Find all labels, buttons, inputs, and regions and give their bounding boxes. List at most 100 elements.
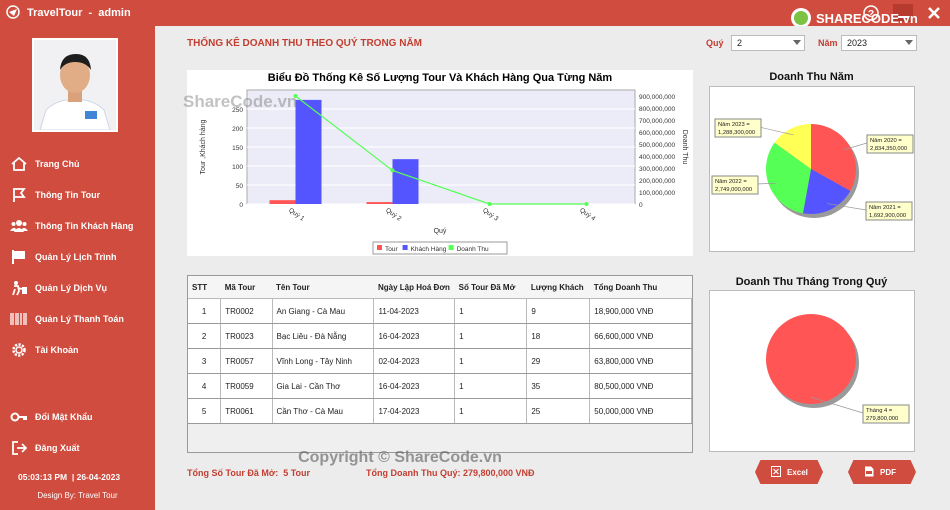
table-cell: 11-04-2023 — [373, 298, 456, 324]
revenue-summary: Tổng Doanh Thu Quý: 279,800,000 VNĐ — [366, 468, 535, 478]
table-cell: 1 — [188, 298, 222, 324]
slice-label: Năm 2021 = — [869, 205, 901, 211]
chevron-down-icon — [905, 40, 913, 45]
table-cell: 25 — [526, 398, 591, 424]
table-cell: 9 — [526, 298, 591, 324]
legend-swatch — [402, 245, 408, 250]
y-tick-label: 50 — [236, 183, 244, 190]
year-label: Năm — [818, 38, 838, 48]
invoice-table-panel: STT Mã Tour Tên Tour Ngày Lập Hoá Đơn Số Tou… — [187, 275, 693, 453]
y-tick-label: 200 — [232, 126, 243, 133]
nav-label: Trang Chủ — [35, 159, 80, 169]
column-header[interactable]: STT — [188, 276, 221, 299]
column-header[interactable]: Mã Tour — [220, 276, 273, 299]
x-tick-label: Quý 4 — [578, 207, 597, 223]
flag-icon — [13, 188, 26, 202]
tour-count-summary: Tổng Số Tour Đã Mở: 5 Tour — [187, 468, 311, 478]
nav-label: Thông Tin Khách Hàng — [35, 221, 134, 231]
table-cell: 02-04-2023 — [373, 348, 456, 374]
table-cell: Gia Lai - Cần Thơ — [272, 373, 375, 399]
invoice-table: STT Mã Tour Tên Tour Ngày Lập Hoá Đơn Số Tou… — [188, 276, 692, 424]
users-icon — [10, 220, 28, 232]
slice-label: Tháng 4 = — [866, 408, 893, 414]
table-cell: 3 — [188, 348, 222, 374]
nav-dang-xuat[interactable]: Đăng Xuất — [10, 440, 150, 458]
table-cell: TR0061 — [220, 398, 273, 424]
nav-label: Thông Tin Tour — [35, 190, 101, 200]
nav-doi-mat-khau[interactable]: Đổi Mật Khẩu — [10, 409, 150, 427]
nav-trang-chu[interactable]: Trang Chủ — [10, 156, 150, 174]
nav-thong-tin-khach-hang[interactable]: Thông Tin Khách Hàng — [10, 218, 150, 236]
home-icon — [11, 156, 27, 171]
export-pdf-button[interactable]: PDF — [848, 460, 916, 484]
year-revenue-pie: Năm 2020 = 2,834,350,000 Năm 2021 = 1,692,9… — [711, 118, 914, 221]
table-cell: 80,500,000 VNĐ — [589, 373, 692, 399]
legend-swatch — [377, 245, 382, 250]
nav-label: Quản Lý Lịch Trình — [35, 252, 117, 262]
nav-label: Đổi Mật Khẩu — [35, 412, 93, 422]
table-cell: 63,800,000 VNĐ — [589, 348, 692, 374]
table-header-row: STT Mã Tour Tên Tour Ngày Lập Hoá Đơn Số Tou… — [188, 276, 692, 299]
x-axis-label: Quý — [434, 228, 447, 235]
table-cell: Cần Thơ - Cà Mau — [272, 398, 375, 424]
column-header[interactable]: Tổng Doanh Thu — [589, 276, 692, 299]
month-revenue-chart-title: Doanh Thu Tháng Trong Quý — [735, 276, 888, 288]
slice-label: Năm 2022 = — [715, 179, 747, 185]
quarter-select[interactable]: 2 — [731, 35, 805, 51]
table-cell: 16-04-2023 — [373, 373, 456, 399]
table-row[interactable]: 1 TR0002 An Giang - Cà Mau 11-04-2023 1 9 18,9… — [188, 298, 692, 324]
nav-quan-ly-thanh-toan[interactable]: Quản Lý Thanh Toán — [10, 311, 150, 329]
year-revenue-chart-title: Doanh Thu Năm — [769, 71, 854, 83]
slice-value: 1,288,300,000 — [718, 130, 755, 136]
app-logo-icon — [6, 5, 20, 19]
table-cell: Bạc Liêu - Đà Nẵng — [272, 323, 375, 349]
y-right-tick-label: 0 — [639, 202, 643, 209]
column-header[interactable]: Ngày Lập Hoá Đơn — [373, 276, 455, 299]
nav-quan-ly-dich-vu[interactable]: Quản Lý Dịch Vụ — [10, 280, 150, 298]
y-tick-label: 150 — [232, 145, 243, 152]
y-tick-label: 0 — [239, 202, 243, 209]
table-cell: 66,600,000 VNĐ — [589, 323, 692, 349]
bar — [392, 159, 419, 204]
nav-tai-khoan[interactable]: Tài Khoản — [10, 342, 150, 360]
table-cell: 50,000,000 VNĐ — [589, 398, 692, 424]
export-excel-button[interactable]: Excel — [755, 460, 823, 484]
clock: 05:03:13 PM | 26-04-2023 — [18, 472, 121, 482]
column-header[interactable]: Lượng Khách — [526, 276, 590, 299]
legend-label: Doanh Thu — [457, 246, 489, 253]
logout-icon — [12, 441, 28, 455]
table-row[interactable]: 3 TR0057 Vĩnh Long - Tây Ninh 02-04-2023 1 29… — [188, 348, 692, 374]
nav-quan-ly-lich-trinh[interactable]: Quản Lý Lịch Trình — [10, 249, 150, 267]
table-row[interactable]: 2 TR0023 Bạc Liêu - Đà Nẵng 16-04-2023 1 18 66… — [188, 323, 692, 349]
y-right-tick-label: 200,000,000 — [639, 178, 676, 185]
data-point — [584, 202, 589, 206]
table-cell: 1 — [454, 323, 528, 349]
y-right-axis-label: Doanh Thu — [681, 130, 688, 165]
table-cell: 17-04-2023 — [373, 398, 456, 424]
excel-icon — [771, 466, 781, 477]
table-row[interactable]: 5 TR0061 Cần Thơ - Cà Mau 17-04-2023 1 25 50,0… — [188, 398, 692, 424]
month-revenue-panel: Tháng 4 = 279,800,000 — [709, 290, 915, 452]
y-axis-label: Tour ,Khách hàng — [200, 119, 207, 174]
data-point — [390, 168, 395, 173]
copyright-watermark: Copyright © ShareCode.vn — [298, 449, 502, 466]
table-cell: 1 — [454, 298, 528, 324]
table-cell: TR0059 — [220, 373, 273, 399]
column-header[interactable]: Số Tour Đã Mở — [454, 276, 527, 299]
table-cell: TR0057 — [220, 348, 273, 374]
nav-thong-tin-tour[interactable]: Thông Tin Tour — [10, 187, 150, 205]
slice-value: 1,692,900,000 — [869, 213, 906, 219]
year-select[interactable]: 2023 — [841, 35, 917, 51]
nav-label: Quản Lý Dịch Vụ — [35, 283, 108, 293]
table-row[interactable]: 4 TR0059 Gia Lai - Cần Thơ 16-04-2023 1 35 80,… — [188, 373, 692, 399]
y-right-tick-label: 900,000,000 — [639, 94, 676, 101]
column-header[interactable]: Tên Tour — [272, 276, 374, 299]
sidebar: Trang Chủ Thông Tin Tour Thông Tin Khách… — [0, 26, 155, 510]
watermark-text: ShareCode.vn — [183, 92, 298, 111]
data-point — [487, 202, 492, 206]
table-cell: 5 — [188, 398, 222, 424]
slice-value: 279,800,000 — [866, 416, 898, 422]
nav-label: Đăng Xuất — [35, 443, 80, 453]
bar — [269, 200, 296, 204]
schedule-flag-icon — [12, 250, 25, 264]
